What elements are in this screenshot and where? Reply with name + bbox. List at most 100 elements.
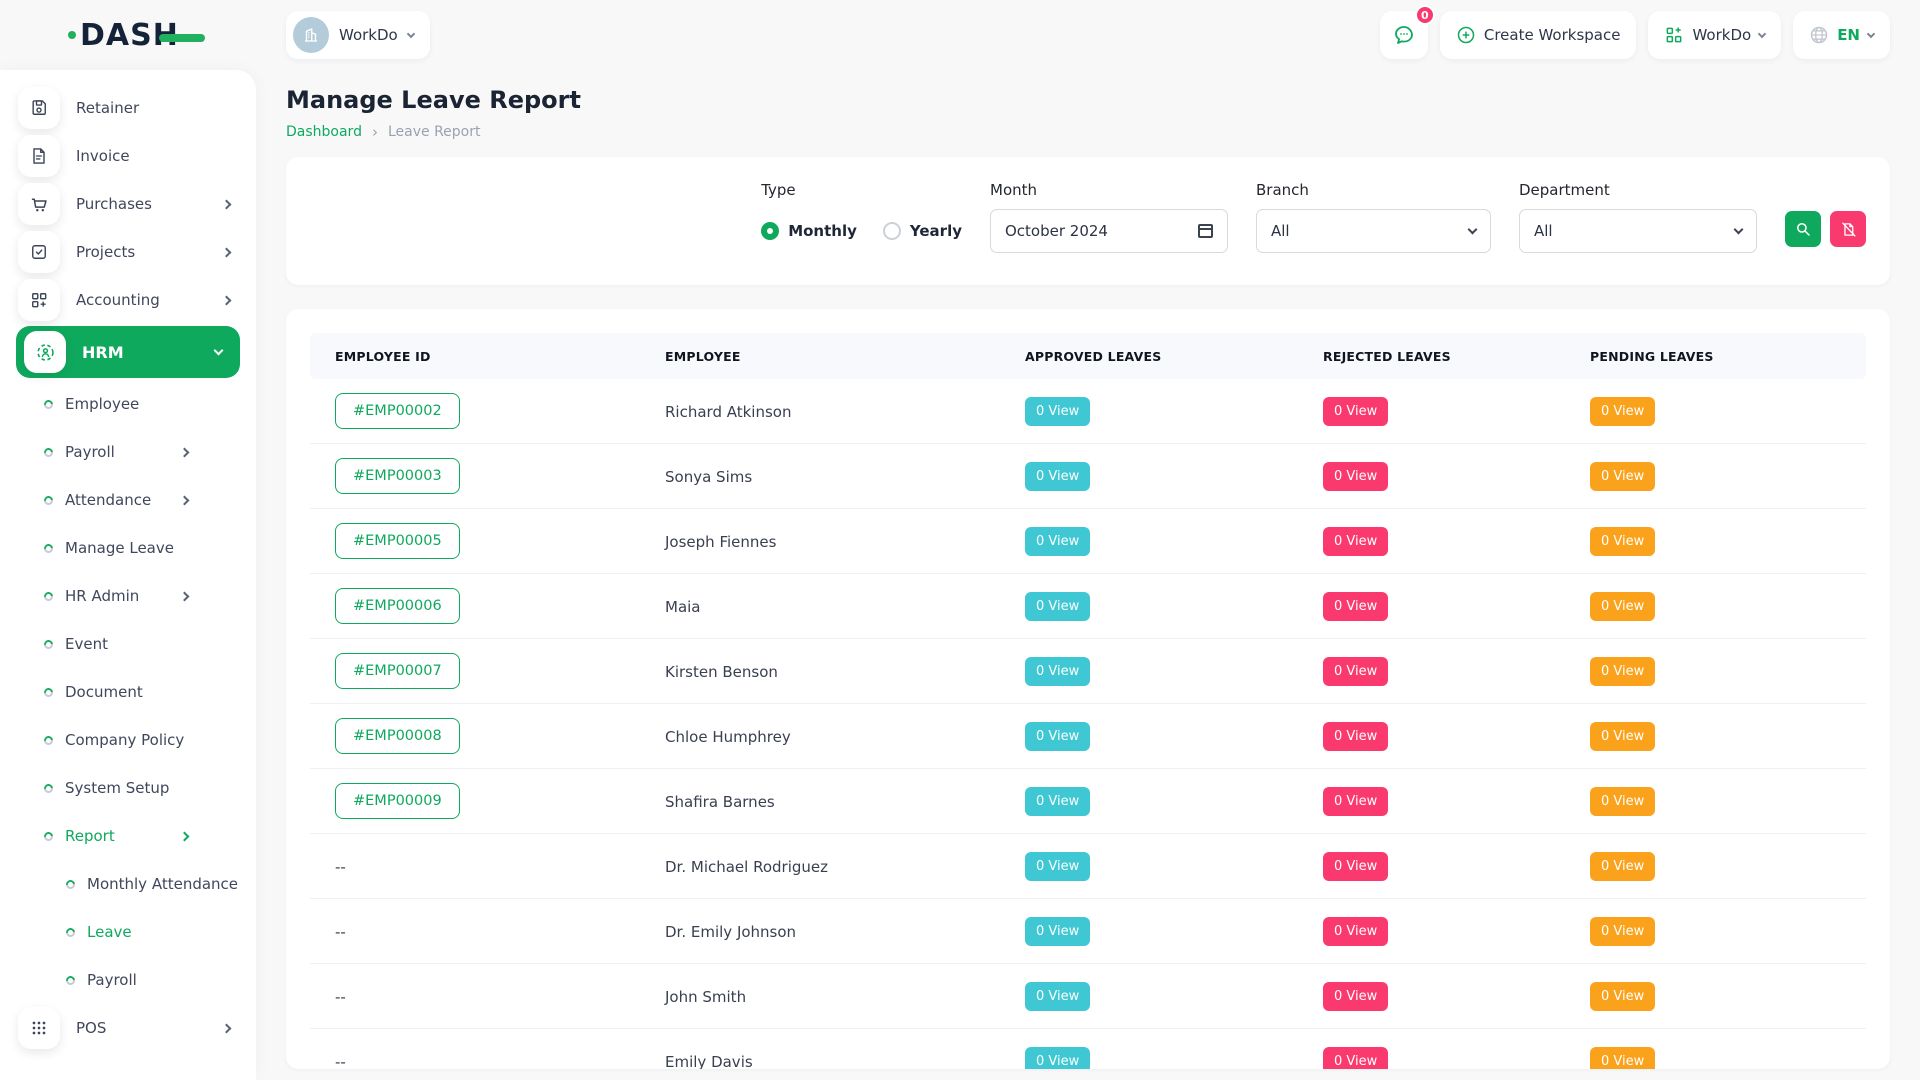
workspace-switcher[interactable]: WorkDo	[286, 11, 430, 59]
pending-leaves-badge[interactable]: 0 View	[1590, 397, 1655, 426]
approved-leaves-badge[interactable]: 0 View	[1025, 527, 1090, 556]
cart-icon	[18, 183, 60, 225]
employee-id-empty: --	[335, 1053, 346, 1070]
employee-id-chip[interactable]: #EMP00007	[335, 653, 460, 689]
pending-leaves-badge[interactable]: 0 View	[1590, 592, 1655, 621]
approved-leaves-badge[interactable]: 0 View	[1025, 462, 1090, 491]
chevron-right-icon	[222, 199, 232, 209]
approved-leaves-badge[interactable]: 0 View	[1025, 982, 1090, 1011]
table-row: #EMP00006 Maia 0 View 0 View 0 View	[310, 574, 1866, 639]
pending-leaves-badge[interactable]: 0 View	[1590, 917, 1655, 946]
chevron-right-icon	[180, 495, 190, 505]
filter-buttons	[1785, 211, 1866, 247]
approved-leaves-badge[interactable]: 0 View	[1025, 657, 1090, 686]
rejected-leaves-badge[interactable]: 0 View	[1323, 787, 1388, 816]
month-label: Month	[990, 181, 1228, 199]
branch-select[interactable]: All	[1256, 209, 1491, 253]
pending-leaves-badge[interactable]: 0 View	[1590, 462, 1655, 491]
sidebar-item-purchases[interactable]: Purchases	[0, 180, 256, 228]
create-workspace-button[interactable]: Create Workspace	[1440, 11, 1637, 59]
pending-leaves-badge[interactable]: 0 View	[1590, 787, 1655, 816]
sidebar-subitem-payroll[interactable]: Payroll	[0, 428, 256, 476]
pending-leaves-badge[interactable]: 0 View	[1590, 852, 1655, 881]
employee-id-chip[interactable]: #EMP00003	[335, 458, 460, 494]
sidebar-item-accounting[interactable]: Accounting	[0, 276, 256, 324]
radio-yearly[interactable]: Yearly	[883, 222, 962, 240]
employee-id-chip[interactable]: #EMP00005	[335, 523, 460, 559]
employee-id-chip[interactable]: #EMP00006	[335, 588, 460, 624]
rejected-leaves-badge[interactable]: 0 View	[1323, 592, 1388, 621]
rejected-leaves-badge[interactable]: 0 View	[1323, 722, 1388, 751]
pending-leaves-badge[interactable]: 0 View	[1590, 1047, 1655, 1070]
bullet-icon	[42, 686, 55, 699]
bullet-icon	[42, 542, 55, 555]
col-rejected-leaves: REJECTED LEAVES	[1298, 349, 1565, 364]
approved-leaves-badge[interactable]: 0 View	[1025, 917, 1090, 946]
month-input[interactable]: October 2024	[990, 209, 1228, 253]
bullet-icon	[42, 494, 55, 507]
workspace-dropdown-label: WorkDo	[1692, 26, 1751, 44]
sidebar-item-invoice[interactable]: Invoice	[0, 132, 256, 180]
pending-leaves-badge[interactable]: 0 View	[1590, 982, 1655, 1011]
rejected-leaves-badge[interactable]: 0 View	[1323, 527, 1388, 556]
employee-id-empty: --	[335, 858, 346, 876]
approved-leaves-badge[interactable]: 0 View	[1025, 852, 1090, 881]
language-selector[interactable]: EN	[1793, 11, 1890, 59]
sidebar-subitem-leave[interactable]: Leave	[0, 908, 256, 956]
sidebar-subitem-document[interactable]: Document	[0, 668, 256, 716]
logo[interactable]: DASH	[0, 0, 256, 70]
globe-icon	[1809, 25, 1829, 45]
employee-name: Chloe Humphrey	[665, 728, 791, 746]
sidebar-item-hrm[interactable]: HRM	[16, 326, 240, 378]
employee-id-chip[interactable]: #EMP00008	[335, 718, 460, 754]
department-label: Department	[1519, 181, 1757, 199]
pending-leaves-badge[interactable]: 0 View	[1590, 657, 1655, 686]
department-select[interactable]: All	[1519, 209, 1757, 253]
sidebar-subitem-event[interactable]: Event	[0, 620, 256, 668]
sidebar-subitem-hr-admin[interactable]: HR Admin	[0, 572, 256, 620]
radio-monthly[interactable]: Monthly	[761, 222, 857, 240]
search-button[interactable]	[1785, 211, 1821, 247]
table-row: -- Dr. Emily Johnson 0 View 0 View 0 Vie…	[310, 899, 1866, 964]
pending-leaves-badge[interactable]: 0 View	[1590, 527, 1655, 556]
approved-leaves-badge[interactable]: 0 View	[1025, 1047, 1090, 1070]
sidebar-item-retainer[interactable]: Retainer	[0, 84, 256, 132]
rejected-leaves-badge[interactable]: 0 View	[1323, 1047, 1388, 1070]
rejected-leaves-badge[interactable]: 0 View	[1323, 852, 1388, 881]
sidebar-subitem-report[interactable]: Report	[0, 812, 256, 860]
sidebar-subitem-attendance[interactable]: Attendance	[0, 476, 256, 524]
employee-id-chip[interactable]: #EMP00002	[335, 393, 460, 429]
table-row: #EMP00007 Kirsten Benson 0 View 0 View 0…	[310, 639, 1866, 704]
reset-button[interactable]	[1830, 211, 1866, 247]
approved-leaves-badge[interactable]: 0 View	[1025, 787, 1090, 816]
rejected-leaves-badge[interactable]: 0 View	[1323, 917, 1388, 946]
sidebar-subitem-monthly-attendance[interactable]: Monthly Attendance	[0, 860, 256, 908]
rejected-leaves-badge[interactable]: 0 View	[1323, 397, 1388, 426]
messages-button[interactable]: 0	[1380, 11, 1428, 59]
pending-leaves-badge[interactable]: 0 View	[1590, 722, 1655, 751]
bullet-icon	[42, 830, 55, 843]
sidebar-subitem-system-setup[interactable]: System Setup	[0, 764, 256, 812]
employee-id-chip[interactable]: #EMP00009	[335, 783, 460, 819]
table-row: #EMP00008 Chloe Humphrey 0 View 0 View 0…	[310, 704, 1866, 769]
sidebar-subitem-employee[interactable]: Employee	[0, 380, 256, 428]
sidebar-subitem-company-policy[interactable]: Company Policy	[0, 716, 256, 764]
employee-name: Dr. Emily Johnson	[665, 923, 796, 941]
sidebar-subitem-manage-leave[interactable]: Manage Leave	[0, 524, 256, 572]
table-row: -- Emily Davis 0 View 0 View 0 View	[310, 1029, 1866, 1069]
approved-leaves-badge[interactable]: 0 View	[1025, 397, 1090, 426]
chevron-right-icon	[222, 295, 232, 305]
sidebar-subitem-payroll[interactable]: Payroll	[0, 956, 256, 1004]
rejected-leaves-badge[interactable]: 0 View	[1323, 982, 1388, 1011]
breadcrumb-dashboard-link[interactable]: Dashboard	[286, 124, 362, 140]
approved-leaves-badge[interactable]: 0 View	[1025, 592, 1090, 621]
approved-leaves-badge[interactable]: 0 View	[1025, 722, 1090, 751]
workspace-dropdown[interactable]: WorkDo	[1648, 11, 1781, 59]
rejected-leaves-badge[interactable]: 0 View	[1323, 462, 1388, 491]
sidebar-item-projects[interactable]: Projects	[0, 228, 256, 276]
sidebar-item-pos[interactable]: POS	[0, 1004, 256, 1052]
table-row: #EMP00005 Joseph Fiennes 0 View 0 View 0…	[310, 509, 1866, 574]
rejected-leaves-badge[interactable]: 0 View	[1323, 657, 1388, 686]
create-workspace-label: Create Workspace	[1484, 26, 1621, 44]
page-title: Manage Leave Report	[286, 86, 1890, 114]
